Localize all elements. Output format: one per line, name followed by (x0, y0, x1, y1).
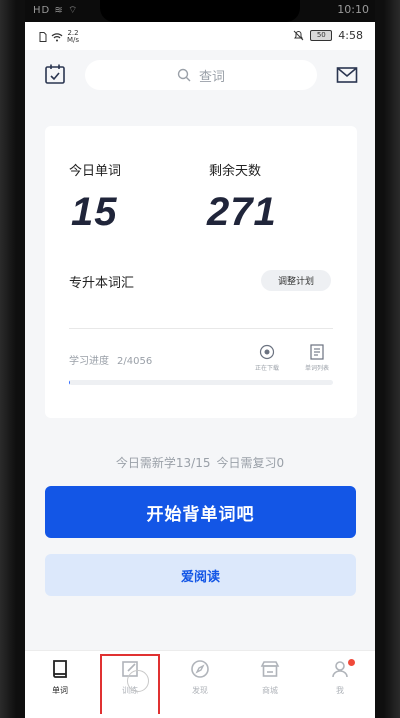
notification-badge (348, 659, 355, 666)
word-list-label: 单词列表 (304, 365, 329, 372)
mute-bell-icon (293, 30, 304, 41)
love-reading-button[interactable]: 爱阅读 (45, 554, 356, 596)
mail-icon[interactable] (336, 66, 358, 84)
camera-notch (100, 0, 300, 22)
outer-clock: 10:10 (337, 3, 369, 16)
person-icon (332, 661, 348, 678)
start-memorizing-button[interactable]: 开始背单词吧 (45, 486, 356, 538)
system-status-strip: HD ≋ ⌔ 10:10 (25, 0, 375, 22)
phone-frame: HD ≋ ⌔ 10:10 2.2 M/s 50 4:58 查词 今日单词 15 … (0, 0, 400, 718)
search-input[interactable]: 查词 (85, 60, 317, 90)
card-divider (69, 328, 333, 329)
store-icon (260, 661, 280, 677)
remaining-days-value: 271 (207, 190, 277, 234)
network-speed: 2.2 M/s (67, 29, 80, 44)
status-bar: 2.2 M/s 50 4:58 (25, 22, 375, 50)
tab-me-label: 我 (336, 686, 344, 695)
today-words-value: 15 (71, 190, 118, 234)
new-words-summary: 今日需新学13/15 (115, 456, 211, 470)
downloading-button[interactable]: 正在下载 (247, 344, 287, 372)
tab-words-label: 单词 (52, 686, 68, 695)
app-screen: HD ≋ ⌔ 10:10 2.2 M/s 50 4:58 查词 今日单词 15 … (25, 0, 375, 718)
list-doc-icon (310, 344, 324, 360)
progress-bar (69, 380, 333, 385)
tab-words[interactable]: 单词 (30, 659, 90, 696)
wifi-icon (51, 32, 63, 41)
today-words-label: 今日单词 (69, 164, 122, 179)
study-plan-card: 今日单词 15 剩余天数 271 专升本词汇 调整计划 学习进度 2/4056 正… (45, 126, 357, 418)
tab-store[interactable]: 商城 (240, 659, 300, 696)
tab-me[interactable]: 我 (310, 659, 370, 696)
tab-discover[interactable]: 发现 (170, 659, 230, 696)
signal-indicators: HD ≋ ⌔ (33, 5, 79, 16)
progress-label: 学习进度 (69, 356, 109, 367)
progress-text: 学习进度 2/4056 (69, 352, 152, 367)
progress-value: 2/4056 (117, 356, 153, 367)
bottom-tab-bar: 单词 训练 发现 商城 我 (25, 650, 375, 718)
sim-icon (39, 32, 47, 42)
book-icon (53, 660, 67, 678)
compass-icon (191, 660, 209, 678)
word-book-name: 专升本词汇 (69, 276, 135, 291)
download-disc-icon (259, 344, 275, 360)
status-clock: 4:58 (338, 29, 363, 42)
adjust-plan-button[interactable]: 调整计划 (261, 270, 331, 291)
touch-indicator (127, 670, 149, 692)
tab-store-label: 商城 (262, 686, 278, 695)
search-placeholder: 查词 (198, 69, 225, 85)
word-list-button[interactable]: 单词列表 (297, 344, 337, 372)
progress-bar-fill (69, 380, 71, 385)
top-bar: 查词 (25, 50, 375, 100)
downloading-label: 正在下载 (254, 365, 279, 372)
battery-icon: 50 (310, 30, 333, 41)
calendar-check-icon[interactable] (44, 63, 66, 85)
remaining-days-label: 剩余天数 (209, 164, 262, 179)
review-summary: 今日需复习0 (216, 456, 285, 470)
search-icon (177, 68, 191, 82)
tab-discover-label: 发现 (192, 686, 208, 695)
daily-summary: 今日需新学13/15 今日需复习0 (25, 454, 375, 471)
